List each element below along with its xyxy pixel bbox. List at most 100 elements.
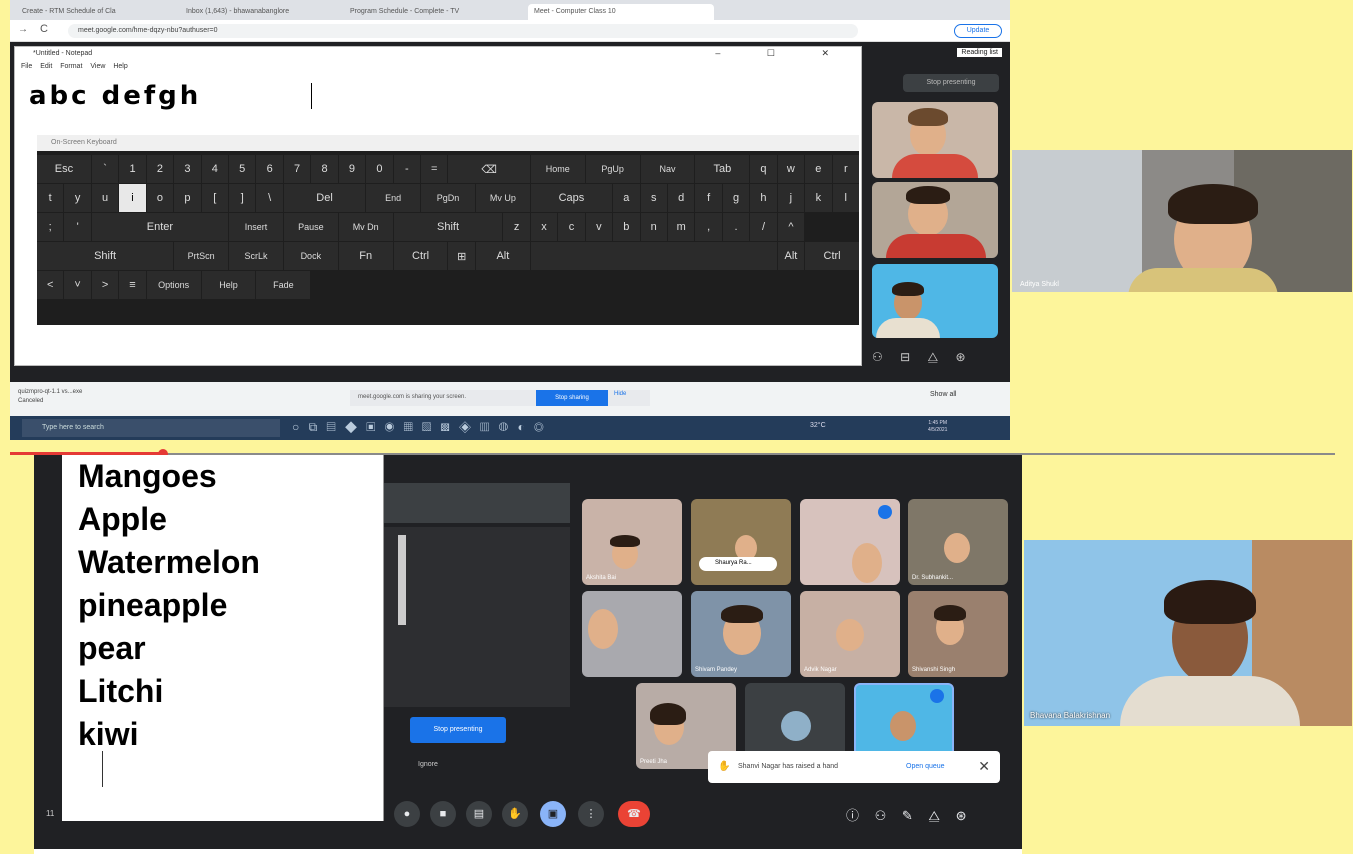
keyboard-key[interactable]: 9 [338, 155, 366, 183]
keyboard-key[interactable]: 0 [366, 155, 393, 183]
keyboard-key[interactable]: x [530, 213, 558, 241]
keyboard-key[interactable]: - [393, 155, 421, 183]
taskbar-clock[interactable]: 1:45 PM 4/5/2021 [928, 420, 947, 434]
on-screen-keyboard[interactable]: On-Screen Keyboard Esc ` 1 2 3 4 5 6 7 8 9 0- = ⌫ Home… [37, 135, 859, 325]
keyboard-key[interactable]: ; [37, 213, 64, 241]
keyboard-key[interactable]: ≡ [119, 271, 146, 299]
keyboard-key[interactable]: [ [201, 184, 229, 212]
participant-tile[interactable]: Shivanshi Singh [908, 591, 1008, 677]
camera-icon[interactable]: ■ [430, 801, 456, 827]
keyboard-key[interactable]: 8 [311, 155, 338, 183]
keyboard-key[interactable]: Alt [777, 242, 805, 270]
browser-tab[interactable]: Program Schedule - Complete - TV [344, 4, 524, 20]
keyboard-key[interactable]: 2 [146, 155, 174, 183]
keyboard-key[interactable]: v [585, 213, 613, 241]
keyboard-key[interactable] [530, 242, 777, 270]
notepad-window[interactable]: *Untitled - Notepad – ☐ ✕ File Edit Form… [14, 46, 862, 366]
keyboard-key[interactable]: > [91, 271, 119, 299]
keyboard-key[interactable]: 7 [283, 155, 311, 183]
keyboard-key[interactable]: w [777, 155, 805, 183]
close-icon[interactable]: ✕ [978, 758, 990, 775]
stop-presenting-button[interactable]: Stop presenting [410, 717, 506, 743]
keyboard-key[interactable]: e [805, 155, 832, 183]
keyboard-key[interactable]: \ [256, 184, 283, 212]
keyboard-key[interactable]: Esc [37, 155, 91, 183]
keyboard-key[interactable]: Shift [393, 213, 503, 241]
participant-tile[interactable] [872, 182, 998, 258]
keyboard-key[interactable]: d [667, 184, 695, 212]
keyboard-key[interactable]: / [750, 213, 777, 241]
keyboard-key[interactable]: r [832, 155, 859, 183]
download-item[interactable]: quizmpro-qt-1.1 vs...exe Canceled [18, 388, 82, 406]
open-queue-button[interactable]: Open queue [906, 763, 945, 770]
keyboard-key[interactable]: PgUp [585, 155, 640, 183]
keyboard-key[interactable]: PgDn [421, 184, 475, 212]
keyboard-key[interactable]: m [667, 213, 695, 241]
keyboard-key[interactable]: Mv Dn [338, 213, 393, 241]
keyboard-key[interactable]: Shift [37, 242, 174, 270]
keyboard-key[interactable]: q [750, 155, 777, 183]
keyboard-key[interactable]: t [37, 184, 64, 212]
captions-icon[interactable]: ▤ [466, 801, 492, 827]
stop-presenting-button[interactable]: Stop presenting [903, 74, 999, 92]
keyboard-key[interactable]: Fn [338, 242, 393, 270]
taskbar-app-icons[interactable]: ○ ⧉ ▤ ◆ ▣ ◉ ▦ ▧ ▩ ◈ ▥ ◍ ◐ ◎ [292, 420, 544, 435]
participant-tile[interactable]: Shivam Pandey [691, 591, 791, 677]
raise-hand-icon[interactable]: ✋ [502, 801, 528, 827]
keyboard-key[interactable]: Mv Up [475, 184, 530, 212]
participant-tile[interactable] [872, 102, 998, 178]
update-button[interactable]: Update [954, 24, 1002, 38]
keyboard-key[interactable]: Nav [640, 155, 695, 183]
address-bar[interactable]: meet.google.com/hme-dqzy-nbu?authuser=0 [68, 24, 858, 38]
participant-tile[interactable] [800, 499, 900, 585]
participant-tile[interactable]: Advik Nagar [800, 591, 900, 677]
keyboard-key[interactable]: ⊞ [448, 242, 475, 270]
browser-tab-active[interactable]: Meet - Computer Class 10 [528, 4, 714, 20]
keyboard-key[interactable]: l [832, 184, 859, 212]
stop-sharing-button[interactable]: Stop sharing [536, 390, 608, 406]
keyboard-key[interactable]: i [119, 184, 146, 212]
keyboard-key[interactable]: 1 [119, 155, 146, 183]
notepad-menu-bar[interactable]: File Edit Format View Help [21, 63, 128, 70]
participant-tile[interactable] [582, 591, 682, 677]
keyboard-key[interactable]: ^ [777, 213, 805, 241]
text-editor-window[interactable]: Mangoes Apple Watermelon pineapple pear … [62, 455, 406, 821]
keyboard-key[interactable]: b [613, 213, 640, 241]
keyboard-key[interactable]: ] [229, 184, 256, 212]
editor-scrollbar[interactable] [398, 535, 406, 625]
keyboard-key[interactable]: u [91, 184, 119, 212]
keyboard-key[interactable]: o [146, 184, 174, 212]
keyboard-key[interactable]: , [695, 213, 722, 241]
keyboard-key[interactable]: 4 [201, 155, 229, 183]
meet-side-controls[interactable]: ⚇ ⊟ ⧋ ⊛ [872, 350, 1002, 370]
keyboard-key[interactable]: 6 [256, 155, 283, 183]
keyboard-key[interactable]: f [695, 184, 722, 212]
keyboard-key[interactable]: ScrLk [229, 242, 283, 270]
keyboard-key[interactable]: PrtScn [174, 242, 229, 270]
keyboard-key[interactable]: Ctrl [805, 242, 859, 270]
keyboard-key[interactable]: Del [283, 184, 366, 212]
keyboard-key[interactable]: a [613, 184, 640, 212]
keyboard-key[interactable]: ' [64, 213, 91, 241]
mic-icon[interactable]: ● [394, 801, 420, 827]
keyboard-key[interactable]: Insert [229, 213, 283, 241]
keyboard-key[interactable]: Pause [283, 213, 338, 241]
keyboard-key[interactable]: Home [530, 155, 585, 183]
keyboard-key[interactable]: c [558, 213, 585, 241]
keyboard-key[interactable]: End [366, 184, 421, 212]
keyboard-key[interactable]: k [805, 184, 832, 212]
notepad-text-area[interactable]: abc defgh [29, 81, 201, 111]
keyboard-key[interactable]: ` [91, 155, 119, 183]
keyboard-key[interactable]: h [750, 184, 777, 212]
keyboard-key[interactable]: n [640, 213, 667, 241]
keyboard-key[interactable]: 3 [174, 155, 201, 183]
keyboard-key[interactable]: Dock [283, 242, 338, 270]
ignore-button[interactable]: Ignore [418, 761, 438, 768]
back-arrow-icon[interactable]: → [18, 24, 28, 35]
keyboard-key[interactable]: . [722, 213, 750, 241]
keyboard-key[interactable]: y [64, 184, 91, 212]
keyboard-key[interactable]: z [503, 213, 530, 241]
participant-tile[interactable]: Shaurya Ra... [691, 499, 791, 585]
keyboard-key[interactable]: ⌫ [448, 155, 530, 183]
window-control-buttons[interactable]: – ☐ ✕ [715, 48, 851, 59]
